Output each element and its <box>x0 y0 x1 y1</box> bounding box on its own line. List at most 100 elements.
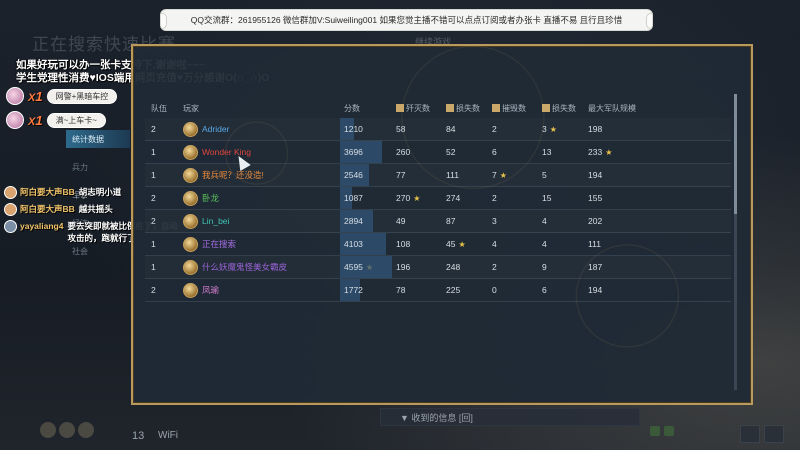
rank-medal-icon <box>183 190 198 206</box>
star-icon: ★ <box>605 148 613 157</box>
unit-icons[interactable] <box>40 422 94 438</box>
cell-player[interactable]: 我兵呢？还没造! <box>183 167 340 183</box>
cell-captured: 3 <box>488 216 538 226</box>
cell-max-army: 111 <box>584 239 644 249</box>
kills-value: 77 <box>396 170 406 180</box>
cell-captured: 2 <box>488 193 538 203</box>
chat-username: 阿白要大声BB <box>20 204 75 214</box>
captured-value: 2 <box>492 262 497 272</box>
header-kills[interactable]: 歼灭数 <box>392 103 442 114</box>
captured-value: 4 <box>492 239 497 249</box>
rank-medal-icon <box>183 236 198 252</box>
cell-lost: 3 ★ <box>538 124 584 134</box>
table-row[interactable]: 2 凤瑜 1772 78 225 0 6 194 <box>145 279 731 302</box>
losses-value: 225 <box>446 285 461 295</box>
gift-label: 网警+黑暗车控 <box>46 88 118 104</box>
tab-statistics[interactable]: 统计数据 <box>66 130 130 148</box>
army-value: 187 <box>588 262 603 272</box>
lost-value: 5 <box>542 170 547 180</box>
cell-max-army: 187 <box>584 262 644 272</box>
cell-player[interactable]: 什么妖魔鬼怪美女霸皮 <box>183 259 340 275</box>
cell-captured: 0 <box>488 285 538 295</box>
buildings-lost-icon <box>542 103 550 112</box>
table-scrollbar[interactable] <box>734 94 737 390</box>
gift-count: X1 <box>28 88 43 104</box>
chat-username: 阿白要大声BB <box>20 187 75 197</box>
player-name: 凤瑜 <box>202 285 220 295</box>
cell-team: 2 <box>151 216 156 226</box>
captured-value: 7 <box>492 170 497 180</box>
score-value: 4595 <box>344 262 363 272</box>
table-header: 队伍 玩家 分数 歼灭数 损失数 摧毁数 损失数 最大军队规模 <box>145 98 731 118</box>
kills-value: 108 <box>396 239 411 249</box>
kills-value: 196 <box>396 262 411 272</box>
header-losses[interactable]: 损失数 <box>442 103 488 114</box>
header-max-army[interactable]: 最大军队规模 <box>584 103 644 114</box>
unit-icon[interactable] <box>59 422 75 438</box>
header-player[interactable]: 玩家 <box>183 103 340 114</box>
unit-icon[interactable] <box>40 422 56 438</box>
cell-captured: 4 <box>488 239 538 249</box>
cell-team: 2 <box>151 193 156 203</box>
player-stats-table: 队伍 玩家 分数 歼灭数 损失数 摧毁数 损失数 最大军队规模 2 Adrider… <box>145 98 731 302</box>
captured-value: 2 <box>492 124 497 134</box>
army-value: 111 <box>588 239 601 249</box>
table-row[interactable]: 2 Lin_bei 2894 49 87 3 4 202 <box>145 210 731 233</box>
army-value: 198 <box>588 124 603 134</box>
table-body: 2 Adrider 1210 58 84 2 3 ★ 198 1 Wonder King 3696 26… <box>145 118 731 302</box>
header-lost[interactable]: 损失数 <box>538 103 584 114</box>
cell-kills: 77 <box>392 170 442 180</box>
player-count: 13 <box>132 430 145 442</box>
gift-notification: X1 满~上车卡~ <box>6 110 106 130</box>
cell-player[interactable]: 正在搜索 <box>183 236 340 252</box>
captured-value: 0 <box>492 285 497 295</box>
rank-medal-icon <box>183 282 198 298</box>
table-row[interactable]: 1 我兵呢？还没造! 2546 77 111 7 ★ 5 194 <box>145 164 731 187</box>
captured-value: 2 <box>492 193 497 203</box>
lost-value: 6 <box>542 285 547 295</box>
cell-player[interactable]: Adrider <box>183 121 340 137</box>
army-value: 194 <box>588 170 603 180</box>
lost-value: 15 <box>542 193 552 203</box>
scrollbar-thumb[interactable] <box>734 94 737 214</box>
header-captured[interactable]: 摧毁数 <box>488 103 538 114</box>
table-row[interactable]: 2 卧龙 1087 270 ★ 274 2 15 155 <box>145 187 731 210</box>
tab-troops[interactable]: 兵力 <box>66 158 130 176</box>
lost-value: 4 <box>542 216 547 226</box>
player-name: 我兵呢？还没造! <box>202 170 264 180</box>
cell-lost: 9 <box>538 262 584 272</box>
player-name: Adrider <box>202 124 230 134</box>
header-team[interactable]: 队伍 <box>145 103 183 114</box>
kills-value: 58 <box>396 124 406 134</box>
rank-medal-icon <box>183 213 198 229</box>
cell-losses: 52 <box>442 147 488 157</box>
cell-player[interactable]: Lin_bei <box>183 213 340 229</box>
table-row[interactable]: 1 正在搜索 4103 108 45 ★ 4 4 111 <box>145 233 731 256</box>
table-row[interactable]: 1 什么妖魔鬼怪美女霸皮 4595★ 196 248 2 9 187 <box>145 256 731 279</box>
header-score[interactable]: 分数 <box>340 98 392 118</box>
cell-player[interactable]: 卧龙 <box>183 190 340 206</box>
table-row[interactable]: 1 Wonder King 3696 260 52 6 13 233 ★ <box>145 141 731 164</box>
table-row[interactable]: 2 Adrider 1210 58 84 2 3 ★ 198 <box>145 118 731 141</box>
unit-icon[interactable] <box>78 422 94 438</box>
score-value: 1772 <box>344 285 363 295</box>
corner-buttons[interactable] <box>740 425 784 443</box>
cell-kills: 78 <box>392 285 442 295</box>
cell-lost: 15 <box>538 193 584 203</box>
losses-value: 84 <box>446 124 456 134</box>
cell-player[interactable]: 凤瑜 <box>183 282 340 298</box>
cell-kills: 270 ★ <box>392 193 442 203</box>
score-value: 1087 <box>344 193 363 203</box>
cell-player[interactable]: Wonder King <box>183 144 340 160</box>
qq-group-banner: QQ交流群：261955126 微信群加V:Suiweiling001 如果您觉… <box>160 9 653 31</box>
status-icons <box>650 426 674 436</box>
score-value: 2546 <box>344 170 363 180</box>
cell-lost: 4 <box>538 216 584 226</box>
cell-losses: 87 <box>442 216 488 226</box>
rank-medal-icon <box>183 167 198 183</box>
corner-button[interactable] <box>740 425 760 443</box>
cell-losses: 274 <box>442 193 488 203</box>
buildings-destroyed-icon <box>492 103 500 112</box>
corner-button[interactable] <box>764 425 784 443</box>
cell-kills: 58 <box>392 124 442 134</box>
